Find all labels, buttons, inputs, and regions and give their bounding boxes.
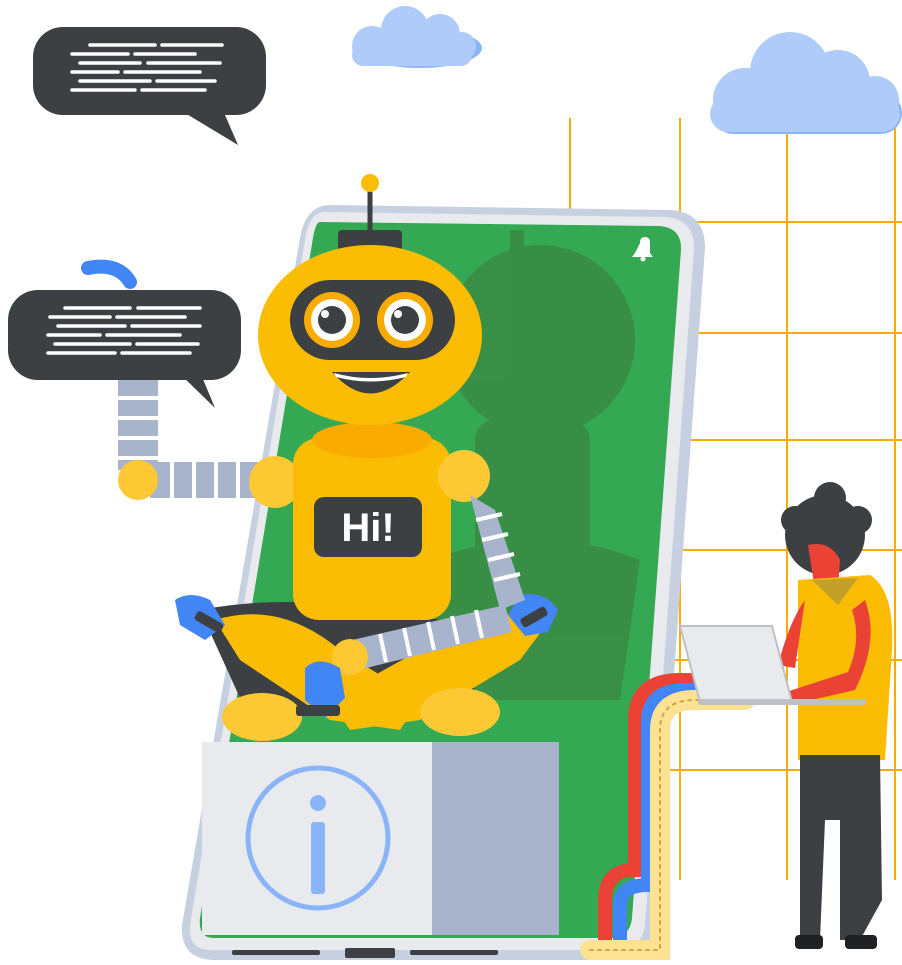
cloud-small: [352, 6, 482, 68]
robot-left-eye: [304, 292, 360, 348]
robot-torso: Hi!: [293, 418, 451, 620]
robot-phone-illustration: Hi!: [8, 6, 902, 960]
illustration-stage: Hi!: [0, 0, 902, 965]
robot-head: [258, 245, 482, 425]
info-box: [202, 742, 559, 935]
robot-right-eye: [377, 292, 433, 348]
speech-bubble-top: [33, 27, 266, 145]
robot-hi-sign: Hi!: [314, 497, 422, 557]
hi-sign-text: Hi!: [341, 506, 394, 550]
cloud-large: [710, 32, 902, 134]
